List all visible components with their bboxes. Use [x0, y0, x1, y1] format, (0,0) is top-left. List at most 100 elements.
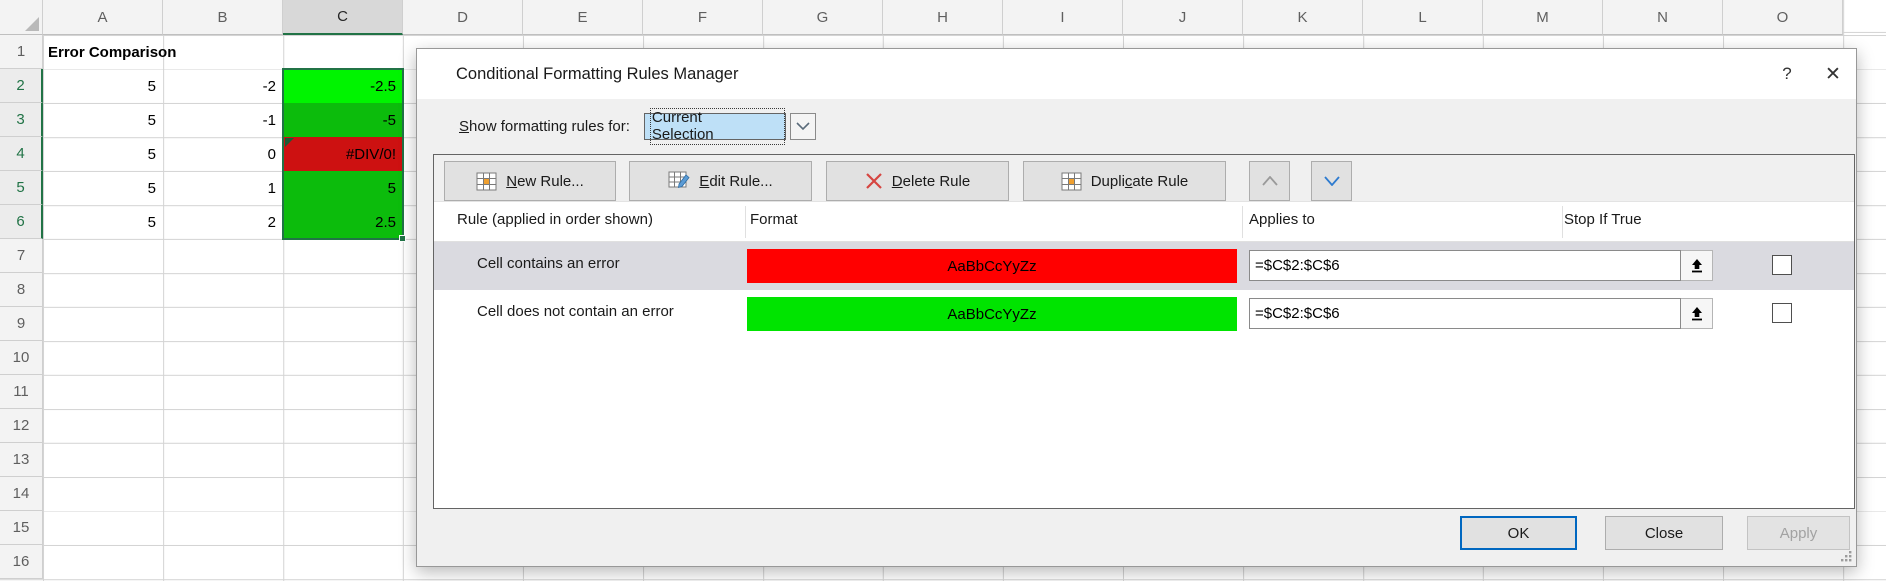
column-header-H[interactable]: H [883, 0, 1003, 35]
resize-grip[interactable] [1840, 550, 1853, 563]
row-header-15[interactable]: 15 [0, 511, 43, 545]
new-rule-label: New Rule... [506, 173, 584, 190]
collapse-dialog-button[interactable] [1681, 250, 1713, 281]
edit-table-icon [668, 171, 690, 191]
column-header-B[interactable]: B [163, 0, 283, 35]
column-header-D[interactable]: D [403, 0, 523, 35]
applies-to-input[interactable] [1249, 250, 1681, 281]
preview-text: AaBbCcYyZz [947, 306, 1036, 323]
column-header-K[interactable]: K [1243, 0, 1363, 35]
scope-dropdown-button[interactable] [790, 113, 816, 140]
rules-table-header: Rule (applied in order shown) Format App… [434, 202, 1854, 242]
row-header-12[interactable]: 12 [0, 409, 43, 443]
cell-B6[interactable]: 2 [164, 205, 283, 239]
column-header-L[interactable]: L [1363, 0, 1483, 35]
close-icon[interactable]: ✕ [1810, 49, 1856, 99]
help-button[interactable]: ? [1764, 49, 1810, 99]
table-icon [476, 172, 497, 191]
close-button[interactable]: Close [1605, 516, 1723, 550]
table-icon [1061, 172, 1082, 191]
rule-row-error[interactable]: Cell contains an error AaBbCcYyZz [434, 242, 1854, 290]
header-format: Format [750, 211, 798, 228]
dialog-titlebar[interactable]: Conditional Formatting Rules Manager ? ✕ [417, 49, 1856, 99]
row-header-3[interactable]: 3 [0, 103, 43, 137]
cell-A5[interactable]: 5 [44, 171, 163, 205]
row-header-4[interactable]: 4 [0, 137, 43, 171]
column-header-O[interactable]: O [1723, 0, 1843, 35]
cell-C3[interactable]: -5 [284, 103, 403, 137]
scope-dropdown[interactable]: Current Selection [644, 113, 786, 140]
move-rule-up-button[interactable] [1249, 161, 1290, 201]
show-rules-row: Show formatting rules for: Current Selec… [417, 99, 1856, 154]
move-rule-down-button[interactable] [1311, 161, 1352, 201]
row-header-10[interactable]: 10 [0, 341, 43, 375]
column-header-M[interactable]: M [1483, 0, 1603, 35]
row-header-5[interactable]: 5 [0, 171, 43, 205]
format-preview-red: AaBbCcYyZz [747, 249, 1237, 283]
column-header-F[interactable]: F [643, 0, 763, 35]
cell-C6[interactable]: 2.5 [284, 205, 403, 239]
cell-A2[interactable]: 5 [44, 69, 163, 103]
collapse-dialog-button[interactable] [1681, 298, 1713, 329]
red-x-icon [865, 172, 883, 190]
row-header-8[interactable]: 8 [0, 273, 43, 307]
applies-to-group [1249, 298, 1713, 329]
preview-text: AaBbCcYyZz [947, 258, 1036, 275]
stop-if-true-checkbox[interactable] [1772, 255, 1792, 275]
rules-toolbar: New Rule... Edit Rule... Delete Rule [434, 155, 1854, 202]
rule-name: Cell does not contain an error [477, 303, 674, 320]
delete-rule-label: Delete Rule [892, 173, 970, 190]
cell-C4[interactable]: #DIV/0! [284, 137, 403, 171]
rule-row-no-error[interactable]: Cell does not contain an error AaBbCcYyZ… [434, 290, 1854, 338]
row-header-6[interactable]: 6 [0, 205, 43, 239]
cell-A3[interactable]: 5 [44, 103, 163, 137]
row-header-1[interactable]: 1 [0, 35, 43, 69]
column-header-I[interactable]: I [1003, 0, 1123, 35]
column-header-N[interactable]: N [1603, 0, 1723, 35]
select-all-corner[interactable] [0, 0, 43, 35]
cell-B4[interactable]: 0 [164, 137, 283, 171]
dialog-footer: OK Close Apply [417, 516, 1856, 550]
column-header-A[interactable]: A [43, 0, 163, 35]
row-header-9[interactable]: 9 [0, 307, 43, 341]
apply-button[interactable]: Apply [1747, 516, 1850, 550]
column-header-G[interactable]: G [763, 0, 883, 35]
header-rule: Rule (applied in order shown) [457, 211, 653, 228]
scope-dropdown-value: Current Selection [650, 108, 785, 145]
conditional-formatting-rules-manager-dialog: Conditional Formatting Rules Manager ? ✕… [416, 48, 1857, 567]
edit-rule-label: Edit Rule... [699, 173, 772, 190]
cell-C5[interactable]: 5 [284, 171, 403, 205]
show-rules-label: Show formatting rules for: [459, 118, 630, 135]
cell-A6[interactable]: 5 [44, 205, 163, 239]
cell-B5[interactable]: 1 [164, 171, 283, 205]
cell-B2[interactable]: -2 [164, 69, 283, 103]
row-header-11[interactable]: 11 [0, 375, 43, 409]
row-header-7[interactable]: 7 [0, 239, 43, 273]
rules-list-panel: New Rule... Edit Rule... Delete Rule [433, 154, 1855, 509]
applies-to-input[interactable] [1249, 298, 1681, 329]
column-header-J[interactable]: J [1123, 0, 1243, 35]
cell-A4[interactable]: 5 [44, 137, 163, 171]
delete-rule-button[interactable]: Delete Rule [826, 161, 1009, 201]
column-header-E[interactable]: E [523, 0, 643, 35]
row-header-2[interactable]: 2 [0, 69, 43, 103]
format-preview-green: AaBbCcYyZz [747, 297, 1237, 331]
duplicate-rule-button[interactable]: Duplicate Rule [1023, 161, 1226, 201]
duplicate-rule-label: Duplicate Rule [1091, 173, 1189, 190]
header-applies-to: Applies to [1249, 211, 1315, 228]
cell-C2[interactable]: -2.5 [284, 69, 403, 103]
cell-B3[interactable]: -1 [164, 103, 283, 137]
row-header-16[interactable]: 16 [0, 545, 43, 579]
new-rule-button[interactable]: New Rule... [444, 161, 616, 201]
ok-button[interactable]: OK [1460, 516, 1577, 550]
range-picker-icon [1689, 306, 1705, 322]
chevron-down-icon [796, 122, 810, 131]
row-header-14[interactable]: 14 [0, 477, 43, 511]
edit-rule-button[interactable]: Edit Rule... [629, 161, 812, 201]
cell-A1[interactable]: Error Comparison [44, 35, 283, 69]
stop-if-true-checkbox[interactable] [1772, 303, 1792, 323]
rule-name: Cell contains an error [477, 255, 620, 272]
column-header-C[interactable]: C [283, 0, 403, 35]
row-header-13[interactable]: 13 [0, 443, 43, 477]
row-headers: 12345678910111213141516 [0, 35, 43, 579]
